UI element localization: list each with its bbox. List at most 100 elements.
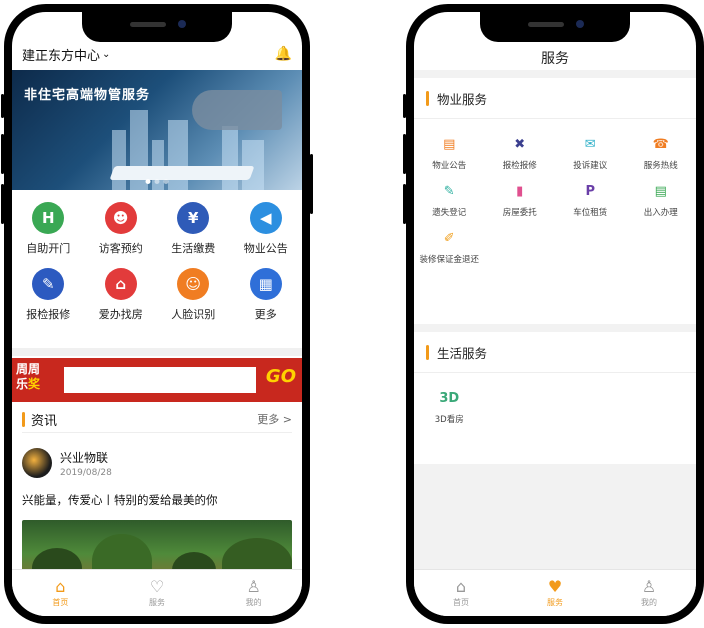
- quick-action-label: 报检报修: [26, 308, 71, 321]
- tab-bar: ⌂ 首页 ♥ 服务 ♙ 我的: [414, 569, 696, 616]
- phone-home: 建正东方中心 ⌄ 🔔 非住宅高端物管服务 H 自助开门 ☻ 访客预约 ¥ 生活缴费 ◀ 物业公…: [1, 4, 313, 624]
- service-label: 车位租赁: [573, 208, 608, 218]
- user-icon: ♙: [641, 576, 657, 596]
- news-more-link[interactable]: 更多 >: [257, 411, 292, 427]
- quick-action-2[interactable]: ¥ 生活缴费: [157, 202, 230, 256]
- news-headline[interactable]: 兴能量，传爱心丨特别的爱给最美的你: [22, 492, 292, 508]
- life-section-header: 生活服务: [414, 332, 696, 373]
- tab-label: 首页: [453, 597, 469, 607]
- power-button: [310, 154, 313, 214]
- quick-action-label: 生活缴费: [171, 242, 216, 255]
- quick-action-label: 人脸识别: [171, 308, 216, 321]
- megaphone-icon: ◀: [249, 202, 282, 234]
- service-item-7[interactable]: ▤ 出入办理: [626, 181, 697, 219]
- home-icon: ⌂: [455, 576, 467, 596]
- service-label: 服务热线: [643, 161, 678, 171]
- tab-user[interactable]: ♙ 我的: [205, 570, 302, 616]
- quick-action-label: 访客预约: [98, 242, 143, 255]
- section-marker: [426, 90, 429, 106]
- quick-action-3[interactable]: ◀ 物业公告: [230, 202, 303, 256]
- service-item-0[interactable]: ▤ 物业公告: [414, 134, 485, 172]
- service-item-1[interactable]: ✖ 报检报修: [485, 134, 556, 172]
- notice-icon: ▤: [443, 136, 456, 152]
- location-selector[interactable]: 建正东方中心 ⌄: [22, 45, 110, 64]
- mute-switch: [1, 94, 4, 118]
- service-item-2[interactable]: ✉ 投诉建议: [555, 134, 626, 172]
- quick-action-label: 物业公告: [243, 242, 288, 255]
- notch: [480, 12, 630, 42]
- promo-label: 周周 乐奖: [16, 362, 41, 391]
- tools-icon: ✖: [514, 136, 526, 152]
- service-item-8[interactable]: ✐ 装修保证金退还: [414, 228, 485, 266]
- volume-down-button: [403, 184, 406, 224]
- service-label: 投诉建议: [573, 161, 608, 171]
- tab-home[interactable]: ⌂ 首页: [414, 570, 508, 616]
- life-services-grid: 3D 3D看房: [414, 388, 696, 426]
- tab-label: 首页: [52, 597, 69, 607]
- volume-up-button: [403, 134, 406, 174]
- banner-title: 非住宅高端物管服务: [24, 88, 151, 103]
- section-marker: [426, 344, 429, 360]
- news-author[interactable]: 兴业物联 2019/08/28: [22, 448, 112, 478]
- notch: [82, 12, 232, 42]
- 3d-view-icon: 3D: [439, 390, 460, 406]
- phone-icon: ☎: [652, 136, 669, 152]
- service-label: 遗失登记: [432, 208, 467, 218]
- volume-up-button: [1, 134, 4, 174]
- service-item-3[interactable]: ☎ 服务热线: [626, 134, 697, 172]
- avatar: [22, 448, 52, 478]
- quick-action-label: 更多: [254, 308, 277, 321]
- tab-label: 我的: [245, 597, 262, 607]
- quick-action-4[interactable]: ✎ 报检报修: [12, 268, 85, 322]
- tab-heart[interactable]: ♥ 服务: [508, 570, 602, 616]
- service-item-4[interactable]: ✎ 遗失登记: [414, 181, 485, 219]
- heart-icon: ♥: [547, 576, 563, 596]
- service-item-0[interactable]: 3D 3D看房: [414, 388, 485, 426]
- promo-banner[interactable]: 周周 乐奖 GO: [12, 358, 302, 402]
- service-label: 装修保证金退还: [419, 255, 479, 265]
- volume-down-button: [1, 184, 4, 224]
- bell-icon[interactable]: 🔔: [275, 46, 292, 62]
- post-date: 2019/08/28: [60, 467, 112, 478]
- banner[interactable]: 非住宅高端物管服务: [12, 70, 302, 190]
- user-icon: ♙: [246, 576, 261, 596]
- divider: [12, 348, 302, 356]
- parking-icon: P: [585, 183, 596, 199]
- life-section-title: 生活服务: [437, 345, 488, 361]
- tablet-image: [109, 166, 255, 180]
- tab-label: 服务: [149, 597, 165, 607]
- tab-label: 服务: [547, 597, 563, 607]
- property-section-title: 物业服务: [437, 91, 488, 107]
- tab-heart[interactable]: ♡ 服务: [109, 570, 206, 616]
- service-label: 物业公告: [432, 161, 467, 171]
- property-services-grid: ▤ 物业公告 ✖ 报检报修 ✉ 投诉建议 ☎ 服务热线 ✎ 遗失登记 ▮ 房屋委托 P 车位租赁 ▤ 出入办理…: [414, 134, 697, 266]
- quick-action-1[interactable]: ☻ 访客预约: [85, 202, 158, 256]
- promo-go: GO: [265, 366, 296, 387]
- quick-action-7[interactable]: ▦ 更多: [230, 268, 303, 322]
- news-title: 资讯: [31, 413, 58, 429]
- service-item-5[interactable]: ▮ 房屋委托: [485, 181, 556, 219]
- quick-actions-grid: H 自助开门 ☻ 访客预约 ¥ 生活缴费 ◀ 物业公告 ✎ 报检报修 ⌂ 爱办找房 ☺ 人脸识别 ▦ 更多: [12, 202, 302, 322]
- payment-icon: ¥: [177, 202, 210, 234]
- home-icon: ⌂: [55, 576, 66, 596]
- mute-switch: [403, 94, 406, 118]
- pass-icon: ▤: [654, 183, 667, 199]
- tab-home[interactable]: ⌂ 首页: [12, 570, 109, 616]
- divider: [414, 70, 696, 78]
- divider: [414, 324, 696, 332]
- promo-box: [64, 367, 256, 393]
- home-screen: 建正东方中心 ⌄ 🔔 非住宅高端物管服务 H 自助开门 ☻ 访客预约 ¥ 生活缴费 ◀ 物业公…: [12, 12, 302, 616]
- property-section-header: 物业服务: [414, 78, 696, 119]
- phone-services: 服务 物业服务 ▤ 物业公告 ✖ 报检报修 ✉ 投诉建议 ☎ 服务热线 ✎ 遗失登记 ▮ 房屋委托 P 车…: [403, 4, 704, 624]
- carousel-dots[interactable]: [145, 179, 169, 184]
- quick-action-6[interactable]: ☺ 人脸识别: [157, 268, 230, 322]
- wrench-icon: ✎: [32, 268, 65, 300]
- quick-action-0[interactable]: H 自助开门: [12, 202, 85, 256]
- author-name: 兴业物联: [60, 450, 109, 465]
- top-bar: 建正东方中心 ⌄ 🔔: [22, 44, 292, 64]
- lost-item-icon: ✎: [443, 183, 455, 199]
- tab-user[interactable]: ♙ 我的: [602, 570, 696, 616]
- quick-action-5[interactable]: ⌂ 爱办找房: [85, 268, 158, 322]
- service-item-6[interactable]: P 车位租赁: [555, 181, 626, 219]
- heart-icon: ♡: [149, 576, 165, 596]
